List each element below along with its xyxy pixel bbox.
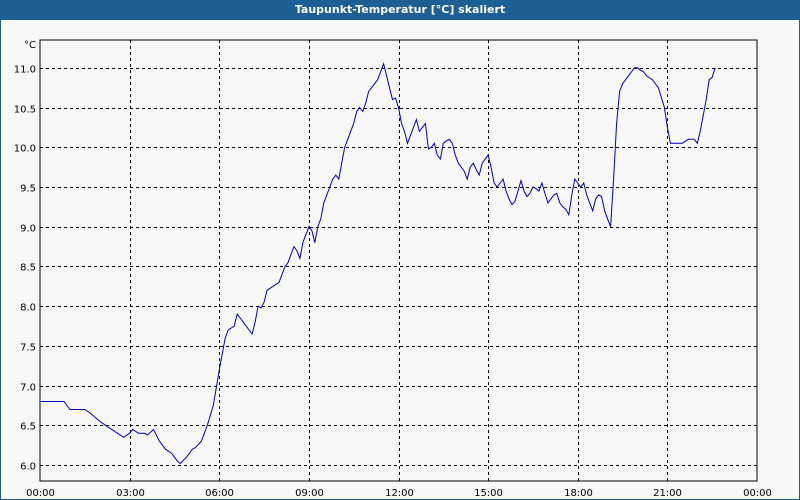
y-tick-label: 6.5 [20, 422, 36, 433]
y-tick-label: 7.5 [20, 343, 36, 354]
y-tick-label: 10.0 [14, 144, 36, 155]
x-tick-time-label: 06:00 [205, 488, 234, 499]
x-axis-ticks: 00:0009.05.2203:0009.05.2206:0009.05.220… [26, 488, 772, 499]
x-tick-time-label: 18:00 [564, 488, 593, 499]
y-tick-label: 8.0 [20, 303, 36, 314]
y-tick-label: 6.0 [20, 462, 36, 473]
chart-svg: 6.0 6.5 7.0 7.5 8.0 8.5 9.0 9.5 10.0 10.5 11.0 00:… [14, 39, 772, 499]
x-tick-time-label: 12:00 [385, 488, 414, 499]
y-tick-label: 8.5 [20, 263, 36, 274]
x-tick-time-label: 15:00 [474, 488, 503, 499]
y-tick-label: 7.0 [20, 383, 36, 394]
chart-title: Taupunkt-Temperatur [°C] skaliert [0, 0, 800, 20]
y-tick-label: 9.0 [20, 224, 36, 235]
x-tick-time-label: 09:00 [295, 488, 324, 499]
x-tick-time-label: 21:00 [653, 488, 682, 499]
y-axis-label: °C [24, 40, 36, 51]
series-line [40, 62, 716, 465]
y-tick-label: 10.5 [14, 105, 36, 116]
x-tick-time-label: 03:00 [116, 488, 145, 499]
y-tick-label: 9.5 [20, 184, 36, 195]
y-tick-label: 11.0 [14, 65, 36, 76]
y-axis-ticks: 6.0 6.5 7.0 7.5 8.0 8.5 9.0 9.5 10.0 10.5 11.0 [14, 65, 36, 473]
x-tick-time-label: 00:00 [26, 488, 55, 499]
x-tick-time-label: 00:00 [743, 488, 772, 499]
